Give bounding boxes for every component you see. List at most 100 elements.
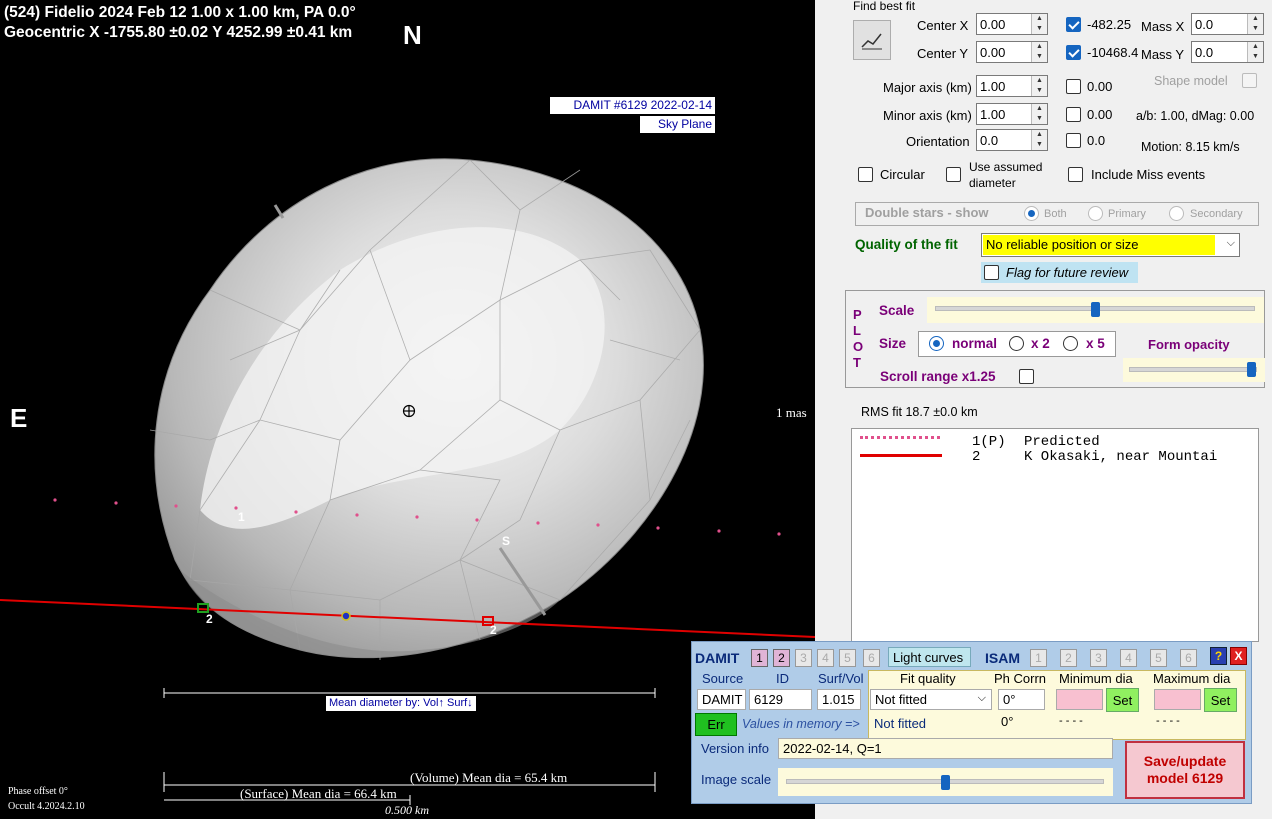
version-label: Occult 4.2024.2.10 <box>8 801 85 812</box>
source-header: Source <box>702 671 744 686</box>
fit-quality-memory: Not fitted <box>874 716 927 731</box>
orientation-checkbox[interactable] <box>1066 133 1081 148</box>
circular-checkbox[interactable] <box>858 167 873 182</box>
legend-item: 1(P) Predicted <box>972 434 1100 450</box>
double-secondary-radio[interactable] <box>1169 206 1184 221</box>
ab-dmag-label: a/b: 1.00, dMag: 0.00 <box>1136 109 1255 123</box>
minor-axis-checkbox[interactable] <box>1066 107 1081 122</box>
use-assumed-label-2: diameter <box>969 176 1016 190</box>
source-field[interactable]: DAMIT <box>697 689 746 710</box>
observer-line-sample <box>860 454 942 457</box>
use-assumed-checkbox[interactable] <box>946 167 961 182</box>
double-stars-label: Double stars - show <box>865 205 989 220</box>
flag-review-checkbox[interactable] <box>984 265 999 280</box>
damit-model-label: DAMIT #6129 2022-02-14 <box>550 97 715 114</box>
major-axis-checkbox[interactable] <box>1066 79 1081 94</box>
form-opacity-slider-thumb[interactable] <box>1246 362 1256 377</box>
max-dia-set-button[interactable]: Set <box>1204 688 1237 712</box>
north-label: N <box>403 20 422 50</box>
values-memory-label: Values in memory => <box>742 717 860 731</box>
center-x-checkbox[interactable] <box>1066 17 1081 32</box>
double-both-radio[interactable] <box>1024 206 1039 221</box>
center-x-label: Center X <box>917 18 969 33</box>
ph-corr-field[interactable]: 0° <box>998 689 1045 710</box>
orientation-result: 0.0 <box>1087 133 1106 148</box>
surfvol-field[interactable]: 1.015 <box>817 689 861 710</box>
err-button[interactable]: Err <box>695 713 737 736</box>
include-miss-checkbox[interactable] <box>1068 167 1083 182</box>
predicted-line-sample <box>860 436 940 439</box>
max-dia-field[interactable] <box>1154 689 1201 710</box>
isam-num-2[interactable]: 2 <box>1060 649 1077 667</box>
image-scale-slider-thumb[interactable] <box>941 775 950 790</box>
center-x-result: -482.25 <box>1087 17 1132 32</box>
quality-dropdown[interactable]: No reliable position or size ⌵ <box>981 233 1240 257</box>
scroll-range-checkbox[interactable] <box>1019 369 1034 384</box>
shape-model-checkbox[interactable] <box>1242 73 1257 88</box>
phase-offset-label: Phase offset 0° <box>8 786 68 797</box>
damit-num-5[interactable]: 5 <box>839 649 856 667</box>
damit-num-6[interactable]: 6 <box>863 649 880 667</box>
mass-y-label: Mass Y <box>1141 47 1185 62</box>
damit-num-4[interactable]: 4 <box>817 649 834 667</box>
id-field[interactable]: 6129 <box>749 689 812 710</box>
chord-1-label: 1 <box>238 510 245 524</box>
major-axis-spinner[interactable]: 1.00 ▲ ▼ <box>976 75 1048 97</box>
size-x2-radio[interactable] <box>1009 336 1024 351</box>
mass-x-label: Mass X <box>1141 19 1185 34</box>
mass-center-marker <box>341 611 351 621</box>
plot-header-line1: (524) Fidelio 2024 Feb 12 1.00 x 1.00 km… <box>4 4 356 21</box>
version-info-label: Version info <box>701 741 769 756</box>
mean-diameter-by-label: Mean diameter by: Vol↑ Surf↓ <box>326 696 476 711</box>
isam-num-3[interactable]: 3 <box>1090 649 1107 667</box>
orientation-spinner[interactable]: 0.0 ▲ ▼ <box>976 129 1048 151</box>
chord-2-start-marker <box>197 603 209 613</box>
isam-num-1[interactable]: 1 <box>1030 649 1047 667</box>
close-icon[interactable]: X <box>1230 647 1247 665</box>
fit-quality-dropdown[interactable]: Not fitted ⌵ <box>870 689 992 710</box>
save-update-button[interactable]: Save/update model 6129 <box>1125 741 1245 799</box>
chevron-down-icon: ⌵ <box>1226 237 1235 249</box>
circular-label: Circular <box>880 167 925 182</box>
isam-label: ISAM <box>985 650 1020 666</box>
double-primary-radio[interactable] <box>1088 206 1103 221</box>
sky-plane-label: Sky Plane <box>640 116 715 133</box>
center-y-checkbox[interactable] <box>1066 45 1081 60</box>
light-curves-button[interactable]: Light curves <box>888 647 971 667</box>
scale-slider-thumb[interactable] <box>1091 302 1100 317</box>
plot-side-label: PLOT <box>853 307 864 370</box>
minor-axis-spinner[interactable]: 1.00 ▲ ▼ <box>976 103 1048 125</box>
chord-2-label-start: 2 <box>206 612 213 626</box>
help-icon[interactable]: ? <box>1210 647 1227 665</box>
max-dia-memory: - - - - <box>1156 715 1180 727</box>
image-scale-slider[interactable] <box>778 768 1113 796</box>
min-dia-header: Minimum dia <box>1059 671 1133 686</box>
damit-num-1[interactable]: 1 <box>751 649 768 667</box>
mass-x-spinner[interactable]: 0.0 ▲ ▼ <box>1191 13 1264 35</box>
quality-label: Quality of the fit <box>855 237 958 252</box>
damit-num-3[interactable]: 3 <box>795 649 812 667</box>
find-best-fit-button[interactable] <box>853 20 891 60</box>
max-dia-header: Maximum dia <box>1153 671 1231 686</box>
isam-num-6[interactable]: 6 <box>1180 649 1197 667</box>
min-dia-set-button[interactable]: Set <box>1106 688 1139 712</box>
damit-num-2[interactable]: 2 <box>773 649 790 667</box>
version-info-field[interactable]: 2022-02-14, Q=1 <box>778 738 1113 759</box>
center-x-spinner[interactable]: 0.00 ▲ ▼ <box>976 13 1048 35</box>
scale-km-label: 0.500 km <box>385 803 429 817</box>
rms-fit-label: RMS fit 18.7 ±0.0 km <box>861 405 978 419</box>
surface-mean-dia: (Surface) Mean dia = 66.4 km <box>240 786 397 801</box>
isam-num-4[interactable]: 4 <box>1120 649 1137 667</box>
south-label: S <box>502 534 511 548</box>
isam-num-5[interactable]: 5 <box>1150 649 1167 667</box>
size-normal-radio[interactable] <box>929 336 944 351</box>
form-opacity-slider[interactable] <box>1123 358 1265 382</box>
major-axis-label: Major axis (km) <box>883 80 972 95</box>
size-x5-radio[interactable] <box>1063 336 1078 351</box>
center-y-spinner[interactable]: 0.00 ▲ ▼ <box>976 41 1048 63</box>
scale-slider[interactable] <box>927 297 1264 323</box>
scroll-range-label: Scroll range x1.25 <box>880 369 996 384</box>
min-dia-field[interactable] <box>1056 689 1103 710</box>
mass-y-spinner[interactable]: 0.0 ▲ ▼ <box>1191 41 1264 63</box>
major-axis-result: 0.00 <box>1087 79 1113 94</box>
